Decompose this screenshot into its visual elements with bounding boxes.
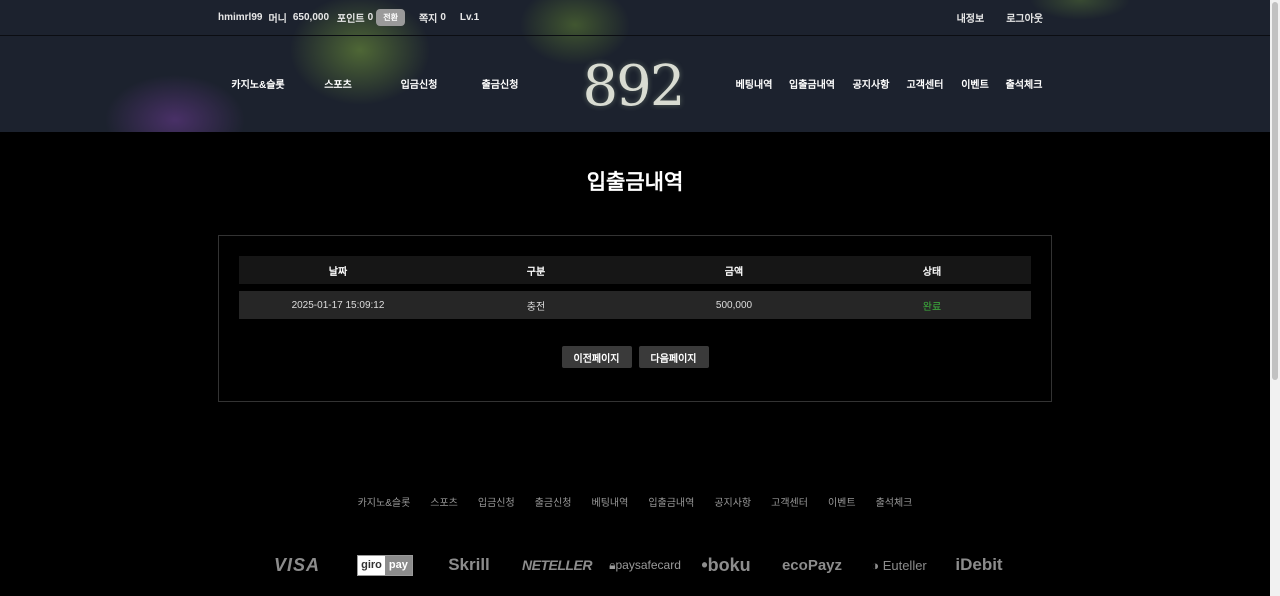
euteller-icon: ◑ xyxy=(871,557,883,573)
scrollbar-thumb[interactable] xyxy=(1272,2,1278,380)
footer-link-transaction-history[interactable]: 입출금내역 xyxy=(648,494,694,509)
idebit-logo: iDebit xyxy=(955,555,1003,574)
my-info-link[interactable]: 내정보 xyxy=(957,10,985,25)
nav-withdraw[interactable]: 출금신청 xyxy=(482,76,519,91)
header-date: 날짜 xyxy=(328,266,348,278)
ecopayz-logo: ecoPayz xyxy=(781,556,843,574)
money-label: 머니 xyxy=(268,13,287,25)
table-header: 날짜 구분 금액 상태 xyxy=(239,256,1031,284)
nav-sports[interactable]: 스포츠 xyxy=(324,76,352,91)
footer-nav: 카지노&슬롯 스포츠 입금신청 출금신청 베팅내역 입출금내역 공지사항 고객센… xyxy=(0,494,1270,509)
paysafecard-logo: 🔒︎paysafecard xyxy=(609,557,681,572)
footer-link-events[interactable]: 이벤트 xyxy=(828,494,856,509)
nav-betting-history[interactable]: 베팅내역 xyxy=(736,76,773,91)
giropay-logo-part1: giro xyxy=(358,555,385,575)
payment-logos: VISA giro pay Skrill NETELLER 🔒︎paysafec… xyxy=(0,552,1270,578)
footer-link-betting-history[interactable]: 베팅내역 xyxy=(592,494,629,509)
logout-link[interactable]: 로그아웃 xyxy=(1006,10,1043,25)
site-logo[interactable]: 892 xyxy=(583,54,686,119)
nav-attendance[interactable]: 출석체크 xyxy=(1006,76,1043,91)
row-type: 충전 xyxy=(526,301,546,313)
prev-page-button[interactable]: 이전페이지 xyxy=(561,346,632,368)
pagination: 이전페이지 다음페이지 xyxy=(219,346,1051,368)
next-page-button[interactable]: 다음페이지 xyxy=(638,346,709,368)
nav-customer-center[interactable]: 고객센터 xyxy=(907,76,944,91)
username: hmimrl99 xyxy=(218,11,263,23)
footer-link-casino-slot[interactable]: 카지노&슬롯 xyxy=(358,494,411,509)
euteller-logo: ◑ Euteller xyxy=(871,557,927,573)
user-level: Lv.1 xyxy=(459,11,480,23)
table-row: 2025-01-17 15:09:12 충전 500,000 완료 xyxy=(239,291,1031,319)
main-nav: 카지노&슬롯 스포츠 입금신청 출금신청 892 베팅내역 입출금내역 공지사항… xyxy=(0,36,1270,132)
boku-logo: •boku xyxy=(701,554,751,575)
history-table: 날짜 구분 금액 상태 2025-01-17 15:09:12 충전 500,0… xyxy=(239,256,1031,319)
nav-notices[interactable]: 공지사항 xyxy=(853,76,890,91)
nav-casino-slot[interactable]: 카지노&슬롯 xyxy=(231,76,284,91)
neteller-logo: NETELLER xyxy=(522,557,592,573)
top-bar: hmimrl99 머니 650,000 포인트 0 전환 쪽지 0 Lv.1 내… xyxy=(0,0,1270,36)
nav-events[interactable]: 이벤트 xyxy=(961,76,989,91)
footer-link-attendance[interactable]: 출석체크 xyxy=(876,494,913,509)
row-date: 2025-01-17 15:09:12 xyxy=(291,299,385,311)
skrill-logo: Skrill xyxy=(448,555,490,574)
user-status: hmimrl99 머니 650,000 포인트 0 전환 쪽지 0 Lv.1 xyxy=(218,0,485,34)
money-value: 650,000 xyxy=(292,11,330,23)
message-label[interactable]: 쪽지 xyxy=(419,10,437,25)
convert-point-button[interactable]: 전환 xyxy=(376,8,405,26)
visa-logo: VISA xyxy=(273,554,320,575)
header: hmimrl99 머니 650,000 포인트 0 전환 쪽지 0 Lv.1 내… xyxy=(0,0,1270,132)
account-links: 내정보 로그아웃 xyxy=(935,0,1043,34)
nav-deposit[interactable]: 입금신청 xyxy=(401,76,438,91)
footer-link-sports[interactable]: 스포츠 xyxy=(430,494,458,509)
footer-link-withdraw[interactable]: 출금신청 xyxy=(535,494,572,509)
giropay-logo-part2: pay xyxy=(384,555,412,575)
history-panel: 날짜 구분 금액 상태 2025-01-17 15:09:12 충전 500,0… xyxy=(218,235,1052,402)
footer-link-customer-center[interactable]: 고객센터 xyxy=(771,494,808,509)
point-label: 포인트 xyxy=(337,13,365,25)
giropay-logo: giro pay xyxy=(341,554,429,576)
header-type: 구분 xyxy=(526,266,546,278)
point-value: 0 xyxy=(367,11,374,23)
page-scrollbar[interactable] xyxy=(1270,0,1280,596)
header-amount: 금액 xyxy=(724,266,744,278)
row-amount: 500,000 xyxy=(715,299,753,311)
message-count[interactable]: 0 xyxy=(440,12,446,23)
nav-transaction-history[interactable]: 입출금내역 xyxy=(789,76,835,91)
footer-link-notices[interactable]: 공지사항 xyxy=(714,494,751,509)
footer-link-deposit[interactable]: 입금신청 xyxy=(478,494,515,509)
row-status: 완료 xyxy=(922,301,942,313)
page-title: 입출금내역 xyxy=(586,171,684,194)
header-status: 상태 xyxy=(922,266,942,278)
